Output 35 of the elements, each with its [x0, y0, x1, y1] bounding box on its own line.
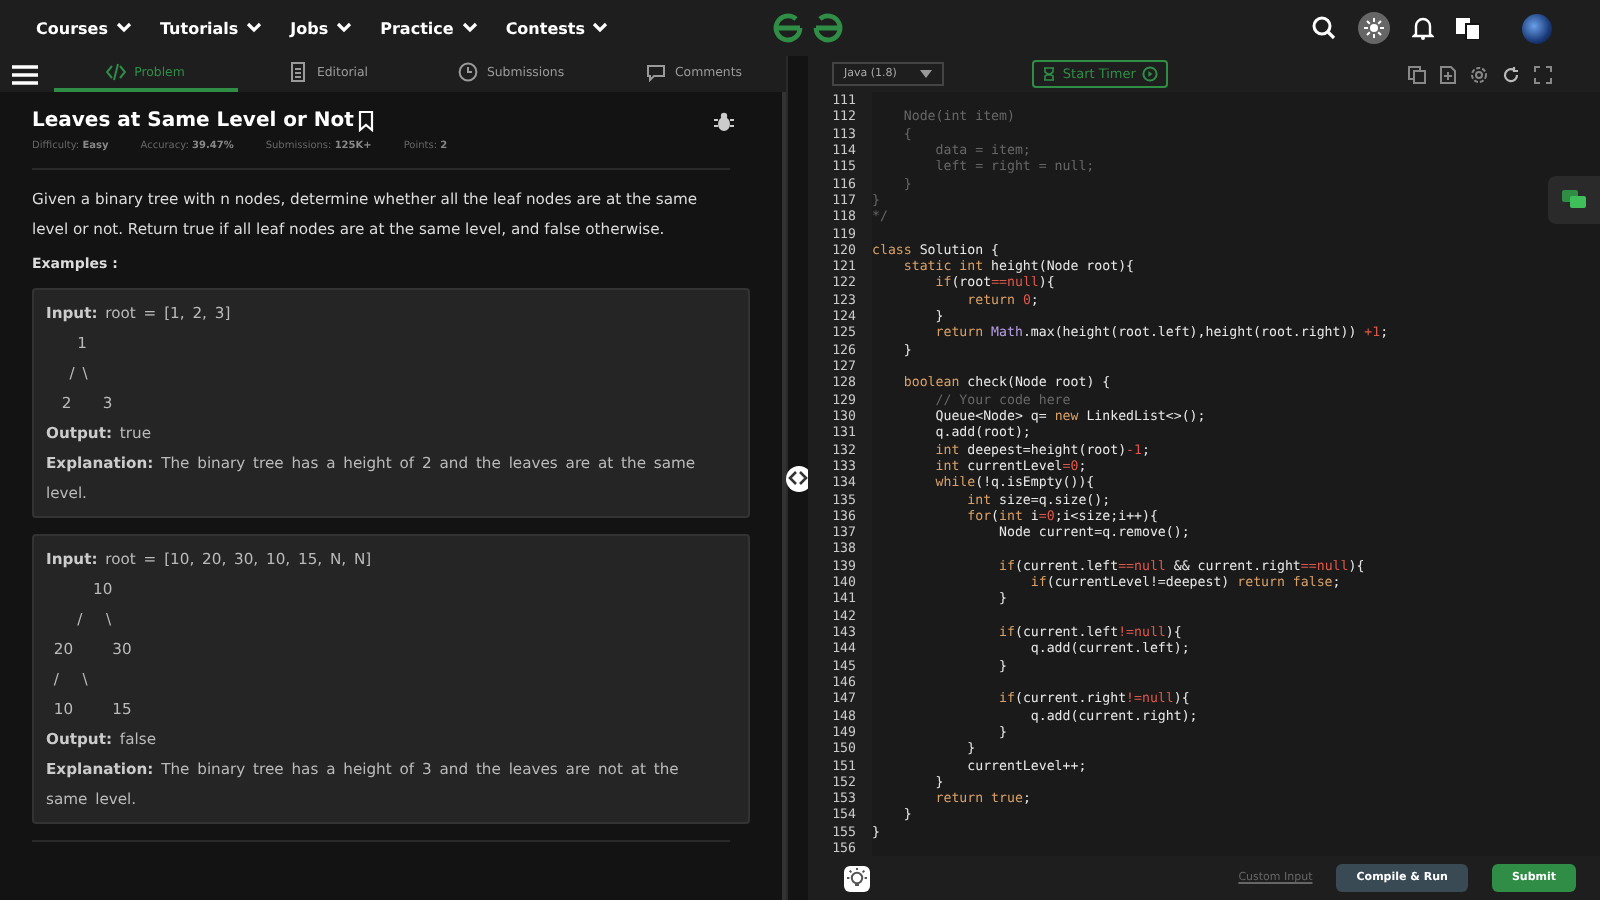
bell-icon[interactable] — [1412, 16, 1434, 40]
nav-menu[interactable]: Practice — [380, 19, 478, 37]
nav-menu[interactable]: Tutorials — [159, 19, 263, 37]
chevron-down-icon — [246, 22, 263, 34]
reset-icon[interactable] — [1502, 65, 1520, 83]
logo-icon[interactable] — [772, 12, 844, 44]
hourglass-icon — [1042, 66, 1057, 82]
nav-menu[interactable]: Jobs — [290, 19, 353, 37]
chat-icon — [1562, 190, 1586, 210]
file-icon[interactable] — [1440, 65, 1456, 83]
problem-title: Leaves at Same Level or Not — [32, 110, 354, 132]
code-icon — [106, 62, 127, 82]
nav-menu[interactable]: Courses — [36, 19, 132, 37]
search-icon[interactable] — [1312, 16, 1336, 40]
settings-icon[interactable] — [1470, 65, 1488, 83]
document-icon — [288, 62, 309, 82]
chat-button[interactable] — [1548, 176, 1600, 224]
nav-menu[interactable]: Contests — [505, 19, 609, 37]
bookmark-icon[interactable] — [357, 110, 374, 132]
speech-bubble-icon — [646, 62, 667, 82]
chevron-down-icon — [115, 22, 132, 34]
lightbulb-button[interactable] — [844, 865, 870, 891]
chevron-down-icon — [461, 22, 478, 34]
theme-toggle[interactable] — [1358, 12, 1390, 44]
chevron-down-icon — [336, 22, 353, 34]
bug-icon[interactable] — [714, 111, 734, 131]
avatar[interactable] — [1522, 13, 1552, 43]
clock-icon — [458, 62, 479, 82]
play-icon — [1141, 66, 1158, 82]
copy-icon[interactable] — [1408, 65, 1426, 83]
fullscreen-icon[interactable] — [1534, 65, 1552, 83]
caret-icon — [920, 70, 933, 78]
chevron-down-icon — [592, 22, 609, 34]
menu-icon[interactable] — [12, 63, 38, 85]
translate-icon[interactable] — [1456, 17, 1480, 39]
